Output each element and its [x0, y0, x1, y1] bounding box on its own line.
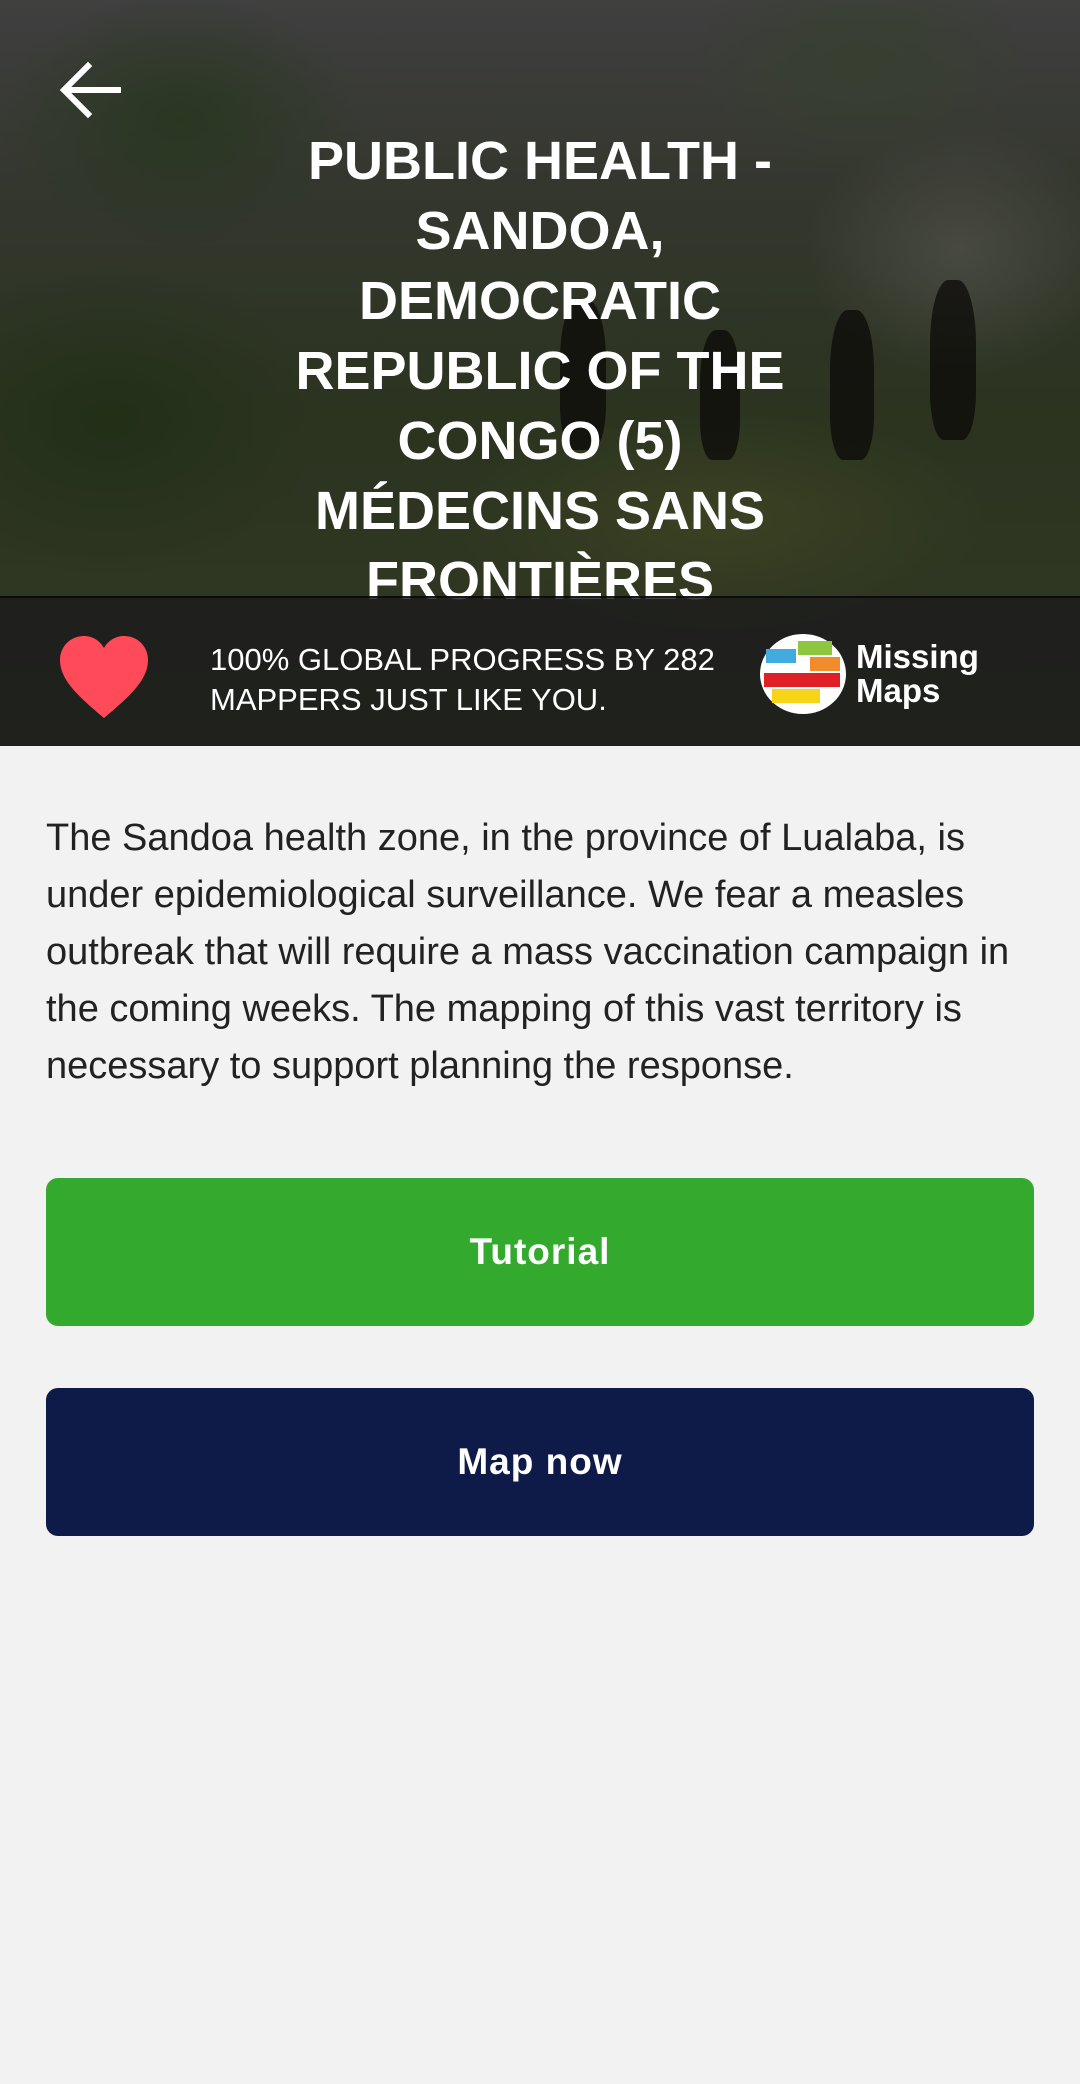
logo-wordmark: Missing Maps [856, 640, 979, 708]
global-progress-text: 100% GLOBAL PROGRESS BY 282 MAPPERS JUST… [210, 642, 715, 717]
logo-line-1: Missing [856, 638, 979, 675]
arrow-left-icon [59, 61, 121, 119]
project-title-container: PUBLIC HEALTH - SANDOA, DEMOCRATIC REPUB… [270, 126, 810, 602]
back-button[interactable] [52, 52, 128, 128]
logo-line-2: Maps [856, 672, 941, 709]
missing-maps-logo: Missing Maps [758, 632, 979, 716]
missing-maps-logo-mark [760, 634, 846, 714]
progress-banner: 100% GLOBAL PROGRESS BY 282 MAPPERS JUST… [0, 596, 1080, 746]
project-title: PUBLIC HEALTH - SANDOA, DEMOCRATIC REPUB… [295, 131, 785, 602]
map-now-button[interactable]: Map now [46, 1388, 1034, 1536]
tutorial-button[interactable]: Tutorial [46, 1178, 1034, 1326]
project-description: The Sandoa health zone, in the province … [46, 817, 1010, 1087]
heart-icon [60, 636, 148, 718]
project-header-image: PUBLIC HEALTH - SANDOA, DEMOCRATIC REPUB… [0, 0, 1080, 746]
